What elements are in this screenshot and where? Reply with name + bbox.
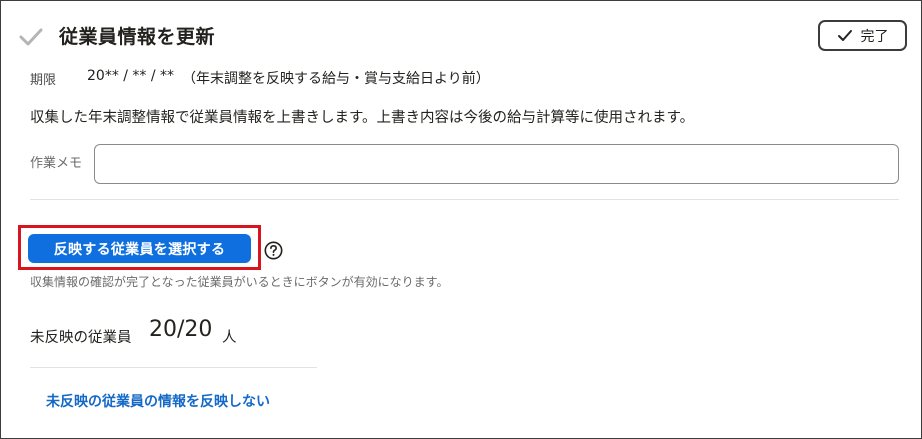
page-title: 従業員情報を更新 (59, 26, 216, 48)
unreflected-unit: 人 (222, 330, 237, 346)
reflect-hint-text: 収集情報の確認が完了となった従業員がいるときにボタンが有効になります。 (30, 275, 449, 289)
memo-label: 作業メモ (30, 156, 83, 171)
divider (30, 199, 899, 200)
period-note: （年末調整を反映する給与・賞与支給日より前） (182, 71, 490, 87)
question-circle-icon[interactable] (264, 241, 283, 260)
unreflected-label: 未反映の従業員 (30, 330, 132, 346)
checkmark-icon (837, 29, 852, 41)
do-not-reflect-link[interactable]: 未反映の従業員の情報を反映しない (46, 391, 270, 411)
memo-input[interactable] (94, 144, 899, 184)
update-employee-info-panel: 従業員情報を更新 完了 期限 20** / ** / ** （年末調整を反映する… (0, 0, 922, 439)
select-employees-to-reflect-button[interactable]: 反映する従業員を選択する (28, 234, 251, 263)
unreflected-count: 20/20 (149, 317, 213, 342)
checkmark-icon (19, 28, 43, 46)
period-label: 期限 (30, 73, 57, 88)
done-button-label: 完了 (860, 27, 889, 44)
period-value: 20** / ** / ** (87, 68, 175, 84)
description-text: 収集した年末調整情報で従業員情報を上書きします。上書き内容は今後の給与計算等に使… (30, 110, 695, 126)
divider (30, 367, 317, 368)
done-button[interactable]: 完了 (818, 20, 907, 51)
